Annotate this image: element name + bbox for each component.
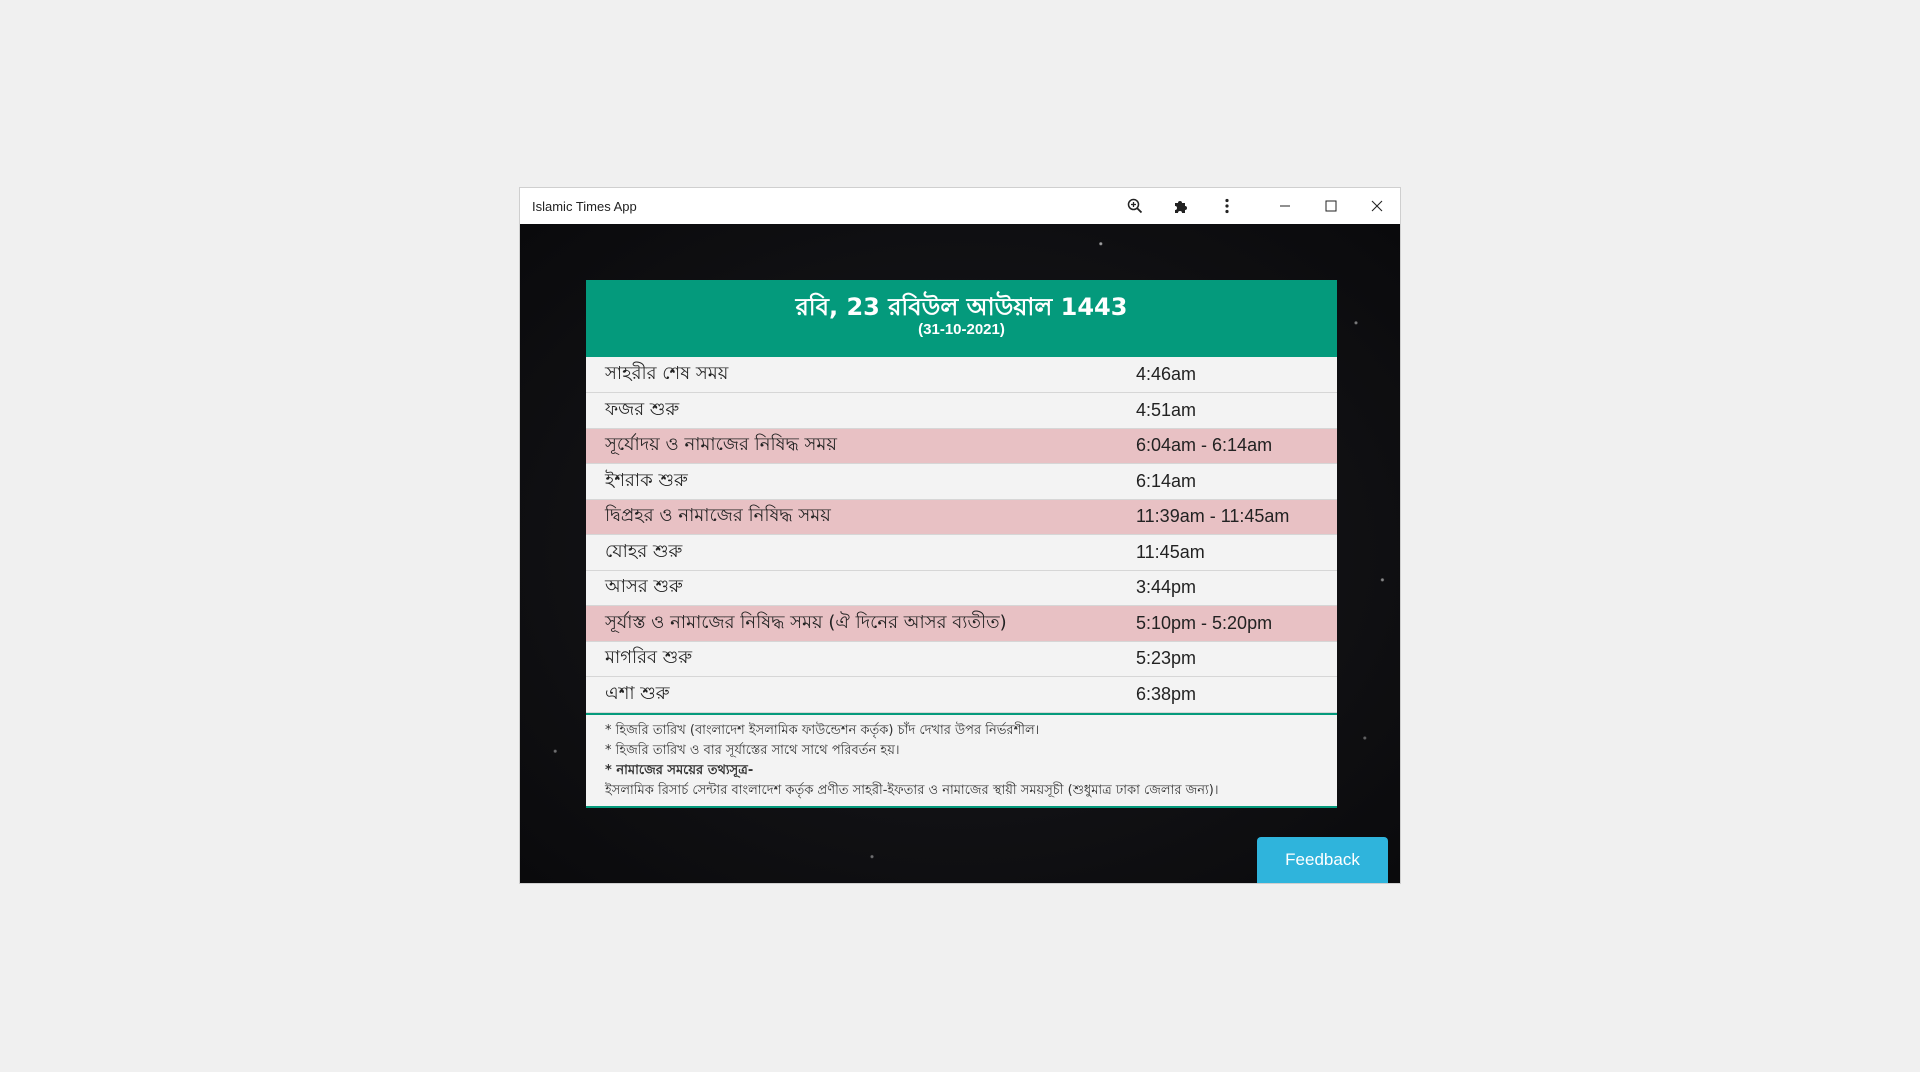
window-title: Islamic Times App: [532, 198, 637, 214]
prayer-time: 6:14am: [1136, 470, 1197, 491]
close-icon[interactable]: [1354, 188, 1400, 224]
gregorian-date: (31-10-2021): [918, 321, 1005, 338]
prayer-label: ইশরাক শুরু: [605, 469, 688, 491]
zoom-in-icon[interactable]: [1112, 188, 1158, 224]
more-vert-icon[interactable]: [1204, 188, 1250, 224]
prayer-time: 6:38pm: [1136, 683, 1197, 704]
content-area: রবি, 23 রবিউল আউয়াল 1443 (31-10-2021) স…: [520, 224, 1400, 883]
prayer-label: আসর শুরু: [605, 576, 683, 598]
note-line: * হিজরি তারিখ ও বার সূর্যাস্তের সাথে সাথ…: [605, 742, 900, 758]
app-window: Islamic Times App রবি, 23 রবিউল আউয়াল 1…: [519, 187, 1401, 884]
prayer-time: 11:39am - 11:45am: [1136, 506, 1290, 527]
prayer-time: 5:10pm - 5:20pm: [1136, 612, 1273, 633]
table-row: আসর শুরু 3:44pm: [586, 570, 1337, 606]
note-source-text: ইসলামিক রিসার্চ সেন্টার বাংলাদেশ কর্তৃক …: [605, 782, 1219, 798]
prayer-label: সূর্যোদয় ও নামাজের নিষিদ্ধ সময়: [605, 434, 837, 456]
table-row: এশা শুরু 6:38pm: [586, 677, 1337, 712]
table-row: ইশরাক শুরু 6:14am: [586, 464, 1337, 499]
prayer-time: 4:51am: [1136, 399, 1197, 420]
feedback-button[interactable]: Feedback: [1257, 837, 1388, 883]
prayer-label: দ্বিপ্রহর ও নামাজের নিষিদ্ধ সময়: [605, 505, 831, 527]
prayer-times-panel: রবি, 23 রবিউল আউয়াল 1443 (31-10-2021) স…: [586, 280, 1337, 808]
prayer-label: ফজর শুরু: [605, 398, 680, 420]
title-bar: Islamic Times App: [520, 188, 1400, 224]
prayer-time: 6:04am - 6:14am: [1136, 435, 1273, 456]
prayer-time: 5:23pm: [1136, 648, 1197, 669]
table-row: সূর্যাস্ত ও নামাজের নিষিদ্ধ সময় (ঐ দিনে…: [586, 605, 1337, 641]
prayer-time: 11:45am: [1136, 541, 1205, 562]
note-line: * হিজরি তারিখ (বাংলাদেশ ইসলামিক ফাউন্ডেশ…: [605, 722, 1040, 738]
prayer-label: এশা শুরু: [605, 682, 670, 704]
prayer-times-table: সাহরীর শেষ সময় 4:46am ফজর শুরু 4:51am সূর্য…: [586, 357, 1337, 713]
notes-section: * হিজরি তারিখ (বাংলাদেশ ইসলামিক ফাউন্ডেশ…: [586, 712, 1337, 808]
hijri-date: রবি, 23 রবিউল আউয়াল 1443: [795, 293, 1128, 321]
minimize-icon[interactable]: [1262, 188, 1308, 224]
table-row: সাহরীর শেষ সময় 4:46am: [586, 357, 1337, 393]
prayer-label: যোহর শুরু: [605, 540, 683, 562]
table-row: সূর্যোদয় ও নামাজের নিষিদ্ধ সময় 6:04am -…: [586, 428, 1337, 464]
maximize-icon[interactable]: [1308, 188, 1354, 224]
note-source-heading: * নামাজের সময়ের তথ্যসূত্র-: [605, 762, 754, 778]
table-row: ফজর শুরু 4:51am: [586, 393, 1337, 428]
prayer-time: 3:44pm: [1136, 577, 1197, 598]
prayer-label: সূর্যাস্ত ও নামাজের নিষিদ্ধ সময় (ঐ দিনে…: [605, 611, 1007, 633]
table-row: দ্বিপ্রহর ও নামাজের নিষিদ্ধ সময় 11:39am …: [586, 499, 1337, 535]
table-row: মাগরিব শুরু 5:23pm: [586, 641, 1337, 677]
prayer-label: মাগরিব শুরু: [605, 647, 693, 669]
table-row: যোহর শুরু 11:45am: [586, 535, 1337, 570]
date-header: রবি, 23 রবিউল আউয়াল 1443 (31-10-2021): [586, 280, 1337, 357]
puzzle-icon[interactable]: [1158, 188, 1204, 224]
prayer-time: 4:46am: [1136, 364, 1197, 384]
prayer-label: সাহরীর শেষ সময়: [605, 363, 729, 384]
